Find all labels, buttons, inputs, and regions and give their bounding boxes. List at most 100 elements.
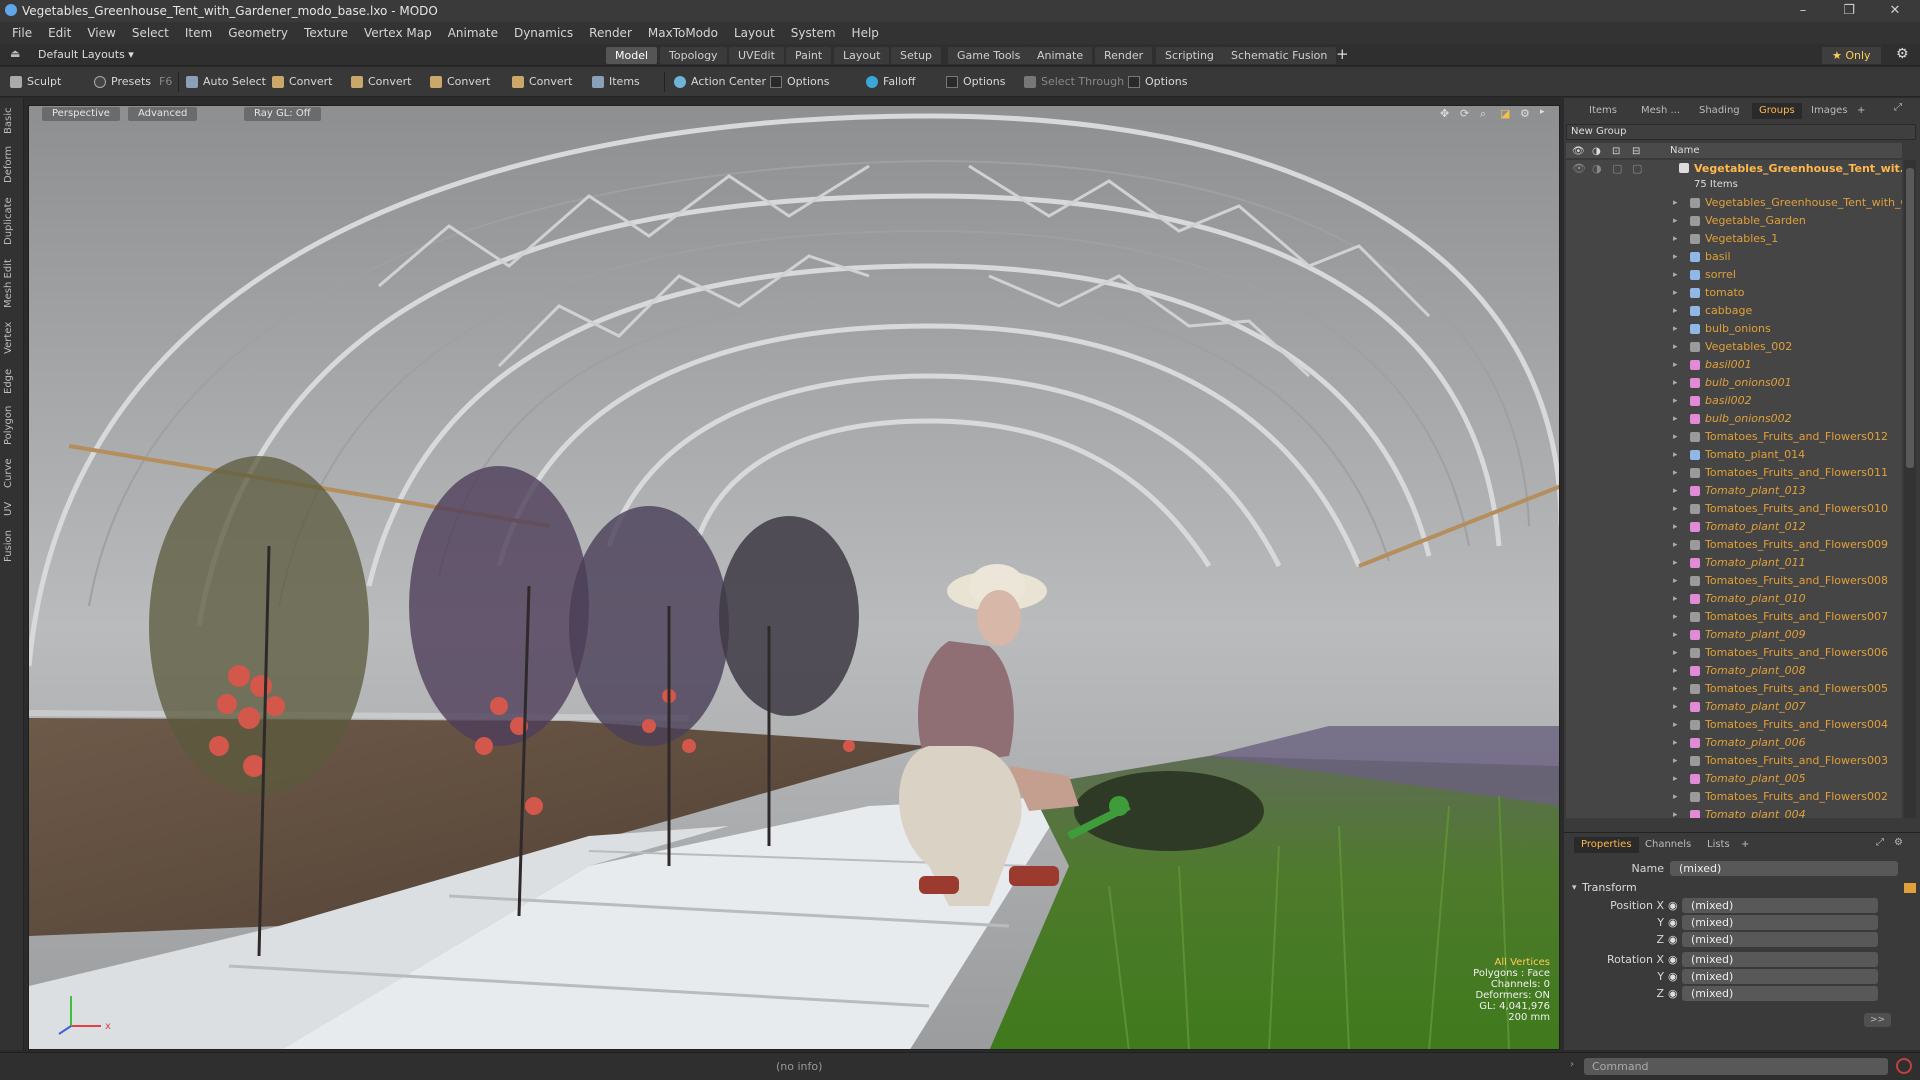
properties-settings-icon[interactable]: ⚙ [1894, 837, 1903, 848]
fit-view-icon[interactable]: ◪ [1500, 107, 1510, 120]
group-item-row[interactable]: ▸ Tomato_plant_014 [1566, 446, 1902, 464]
expand-arrow-icon[interactable]: ▸ [1673, 320, 1678, 338]
expand-arrow-icon[interactable]: ▸ [1673, 590, 1678, 608]
position-x-field[interactable]: (mixed) [1682, 898, 1878, 913]
command-input[interactable]: Command [1584, 1058, 1888, 1075]
name-field[interactable]: (mixed) [1670, 861, 1898, 876]
expand-arrow-icon[interactable]: ▸ [1673, 626, 1678, 644]
expand-arrow-icon[interactable]: ▸ [1673, 554, 1678, 572]
expand-arrow-icon[interactable]: ▸ [1673, 212, 1678, 230]
add-layout-button[interactable]: + [1336, 45, 1349, 63]
auto-select-button[interactable]: Auto Select [186, 73, 266, 91]
expand-arrow-icon[interactable]: ▸ [1673, 482, 1678, 500]
group-item-row[interactable]: ▸ bulb_onions [1566, 320, 1902, 338]
menu-render[interactable]: Render [583, 26, 642, 40]
group-item-row[interactable]: ▸ Tomatoes_Fruits_and_Flowers006 [1566, 644, 1902, 662]
expand-arrow-icon[interactable]: ▸ [1673, 644, 1678, 662]
scrollbar-thumb[interactable] [1906, 168, 1914, 468]
sculpt-button[interactable]: Sculpt [10, 73, 61, 91]
expand-arrow-icon[interactable]: ▸ [1673, 680, 1678, 698]
3d-viewport[interactable]: x [28, 105, 1560, 1050]
viewport-menu-icon[interactable]: ▸ [1540, 107, 1545, 117]
rotation-z-anim-icon[interactable]: ◉ [1668, 987, 1678, 1000]
expand-arrow-icon[interactable]: ▸ [1673, 500, 1678, 518]
select-column-icon[interactable]: ⊟ [1632, 144, 1640, 159]
expand-arrow-icon[interactable]: ▸ [1673, 284, 1678, 302]
expand-arrow-icon[interactable]: ▸ [1673, 392, 1678, 410]
group-item-row[interactable]: ▸ Tomatoes_Fruits_and_Flowers002 [1566, 788, 1902, 806]
group-item-row[interactable]: ▸ Tomato_plant_013 [1566, 482, 1902, 500]
tab-model[interactable]: Model [606, 47, 658, 64]
expand-properties-icon[interactable]: ⤢ [1876, 837, 1884, 848]
rotate-view-icon[interactable]: ⟳ [1460, 107, 1469, 120]
tab-paint[interactable]: Paint [786, 47, 832, 64]
options-checkbox[interactable] [1128, 76, 1140, 88]
expand-arrow-icon[interactable]: ▸ [1673, 248, 1678, 266]
expand-arrow-icon[interactable]: ▸ [1673, 230, 1678, 248]
items-button[interactable]: Items [592, 73, 640, 91]
group-item-row[interactable]: ▸ Vegetable_Garden [1566, 212, 1902, 230]
group-item-row[interactable]: ▸ Tomatoes_Fruits_and_Flowers003 [1566, 752, 1902, 770]
tab-topology[interactable]: Topology [660, 47, 727, 64]
tab-channels[interactable]: Channels [1638, 837, 1698, 853]
options-checkbox[interactable] [946, 76, 958, 88]
render-column-icon[interactable]: ◑ [1592, 144, 1601, 159]
action-center-button[interactable]: Action Center [674, 73, 766, 91]
more-properties-button[interactable]: >> [1864, 1013, 1892, 1027]
expand-arrow-icon[interactable]: ▸ [1673, 338, 1678, 356]
viewport-settings-icon[interactable]: ⚙ [1520, 107, 1530, 120]
group-item-row[interactable]: ▸ bulb_onions002 [1566, 410, 1902, 428]
menu-maxtomodo[interactable]: MaxToModo [642, 26, 728, 40]
group-item-row[interactable]: ▸ Vegetables_1 [1566, 230, 1902, 248]
convert-edges-button[interactable]: Convert [351, 73, 412, 91]
zoom-view-icon[interactable]: ⌕ [1480, 107, 1486, 121]
new-group-button[interactable]: New Group [1566, 124, 1916, 140]
expand-arrow-icon[interactable]: ▸ [1673, 788, 1678, 806]
options-checkbox[interactable] [770, 76, 782, 88]
expand-arrow-icon[interactable]: ▸ [1673, 698, 1678, 716]
group-item-row[interactable]: ▸ basil [1566, 248, 1902, 266]
expand-arrow-icon[interactable]: ▸ [1673, 608, 1678, 626]
tab-layout[interactable]: Layout [834, 47, 890, 64]
group-item-row[interactable]: ▸ Tomatoes_Fruits_and_Flowers005 [1566, 680, 1902, 698]
add-tab-button[interactable]: + [1850, 103, 1872, 119]
groups-scrollbar[interactable] [1904, 160, 1916, 818]
move-view-icon[interactable]: ✥ [1440, 107, 1449, 120]
tab-shading[interactable]: Shading [1692, 103, 1747, 119]
add-properties-tab[interactable]: + [1734, 837, 1756, 853]
expand-arrow-icon[interactable]: ▸ [1673, 266, 1678, 284]
view-type-dropdown[interactable]: Perspective [42, 107, 120, 121]
expand-arrow-icon[interactable]: ▸ [1673, 752, 1678, 770]
layout-pin-icon[interactable]: ⏏ [10, 47, 20, 60]
group-item-row[interactable]: ▸ basil001 [1566, 356, 1902, 374]
group-item-row[interactable]: ▸ Tomatoes_Fruits_and_Flowers008 [1566, 572, 1902, 590]
position-x-anim-icon[interactable]: ◉ [1668, 899, 1678, 912]
group-root-row[interactable]: 👁 ◑ ▢ ▢ Vegetables_Greenhouse_Tent_wit..… [1566, 160, 1902, 176]
tab-polygon[interactable]: Polygon [3, 404, 19, 446]
falloff-options[interactable]: Options [946, 73, 1005, 91]
expand-arrow-icon[interactable]: ▸ [1673, 734, 1678, 752]
group-item-row[interactable]: ▸ Tomato_plant_008 [1566, 662, 1902, 680]
group-item-row[interactable]: ▸ Vegetables_Greenhouse_Tent_with_G... [1566, 194, 1902, 212]
expand-arrow-icon[interactable]: ▸ [1673, 770, 1678, 788]
menu-edit[interactable]: Edit [42, 26, 81, 40]
tab-mesh[interactable]: Mesh ... [1634, 103, 1687, 119]
expand-arrow-icon[interactable]: ▸ [1673, 194, 1678, 212]
menu-dynamics[interactable]: Dynamics [508, 26, 583, 40]
menu-system[interactable]: System [785, 26, 846, 40]
convert-polygons-button[interactable]: Convert [430, 73, 491, 91]
name-column-header[interactable]: Name [1670, 143, 1700, 158]
group-item-row[interactable]: ▸ sorrel [1566, 266, 1902, 284]
menu-file[interactable]: File [6, 26, 42, 40]
position-y-field[interactable]: (mixed) [1682, 915, 1878, 930]
group-item-row[interactable]: ▸ Tomato_plant_004 [1566, 806, 1902, 818]
expand-arrow-icon[interactable]: ▸ [1673, 410, 1678, 428]
group-item-row[interactable]: ▸ Tomato_plant_011 [1566, 554, 1902, 572]
expand-arrow-icon[interactable]: ▸ [1673, 806, 1678, 818]
tab-mesh-edit[interactable]: Mesh Edit [3, 258, 19, 310]
tab-schematic-fusion[interactable]: Schematic Fusion [1222, 47, 1337, 64]
close-button[interactable]: ✕ [1872, 0, 1918, 22]
tab-game-tools[interactable]: Game Tools [948, 47, 1030, 64]
group-item-row[interactable]: ▸ Tomatoes_Fruits_and_Flowers009 [1566, 536, 1902, 554]
menu-view[interactable]: View [81, 26, 125, 40]
